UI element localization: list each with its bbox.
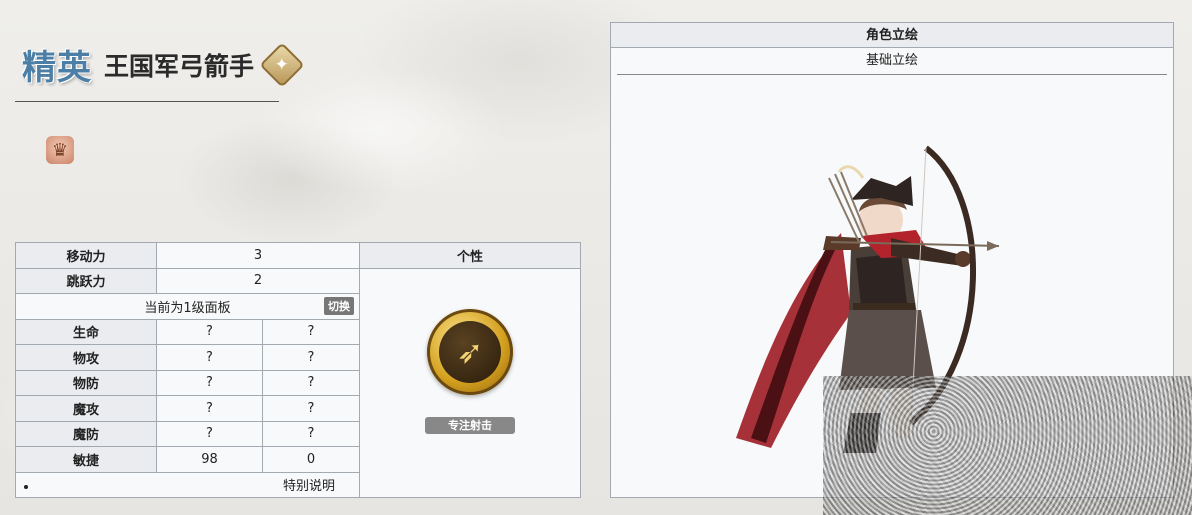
jump-value: 2 bbox=[156, 267, 360, 294]
stat-value-b: ? bbox=[262, 369, 360, 396]
stat-value-b: ? bbox=[262, 318, 360, 345]
stat-value-a: ? bbox=[156, 420, 263, 447]
stat-label: 魔防 bbox=[15, 420, 157, 447]
tab-basic-portrait[interactable]: 基础立绘 bbox=[611, 48, 1173, 74]
bow-arrow-icon: ➶ bbox=[427, 308, 513, 395]
jump-label: 跳跃力 bbox=[15, 267, 157, 294]
stat-label: 生命 bbox=[15, 318, 157, 345]
stat-value-b: ? bbox=[262, 420, 360, 447]
stat-label: 物攻 bbox=[15, 344, 157, 371]
switch-button[interactable]: 切换 bbox=[324, 297, 354, 315]
rank-label: 精英 bbox=[22, 48, 92, 88]
stat-value-a: ? bbox=[156, 318, 263, 345]
tab-underline bbox=[617, 74, 1167, 75]
trait-name-badge[interactable]: 专注射击 bbox=[425, 416, 515, 434]
stat-value-b: ? bbox=[262, 395, 360, 422]
trait-cell: ➶ 专注射击 bbox=[359, 267, 581, 498]
panel-level-text: 当前为1级面板 bbox=[144, 300, 231, 316]
unit-name: 王国军弓箭手 bbox=[104, 51, 255, 81]
stat-label: 物防 bbox=[15, 369, 157, 396]
panel-level-row: 当前为1级面板 切换 bbox=[15, 293, 360, 320]
stat-value-b: ? bbox=[262, 344, 360, 371]
compass-emblem-icon: ✦ bbox=[259, 41, 305, 88]
move-label: 移动力 bbox=[15, 242, 157, 269]
stat-label: 魔攻 bbox=[15, 395, 157, 422]
crown-icon: ♛ bbox=[46, 136, 74, 164]
stat-value-a: 98 bbox=[156, 446, 263, 473]
stat-value-a: ? bbox=[156, 344, 263, 371]
stat-value-a: ? bbox=[156, 395, 263, 422]
trait-header: 个性 bbox=[359, 242, 581, 269]
stats-table: 移动力 3 个性 跳跃力 2 ➶ 专注射击 当前为1级面板 切换 生命 ? ? … bbox=[15, 242, 581, 498]
move-value: 3 bbox=[156, 242, 360, 269]
portrait-panel-title: 角色立绘 bbox=[611, 23, 1173, 48]
stat-value-b: 0 bbox=[262, 446, 360, 473]
stat-label: 敏捷 bbox=[15, 446, 157, 473]
noise-overlay bbox=[823, 376, 1192, 515]
unit-title: 精英 王国军弓箭手 ✦ bbox=[22, 40, 305, 89]
stat-value-a: ? bbox=[156, 369, 263, 396]
title-divider bbox=[15, 101, 279, 102]
